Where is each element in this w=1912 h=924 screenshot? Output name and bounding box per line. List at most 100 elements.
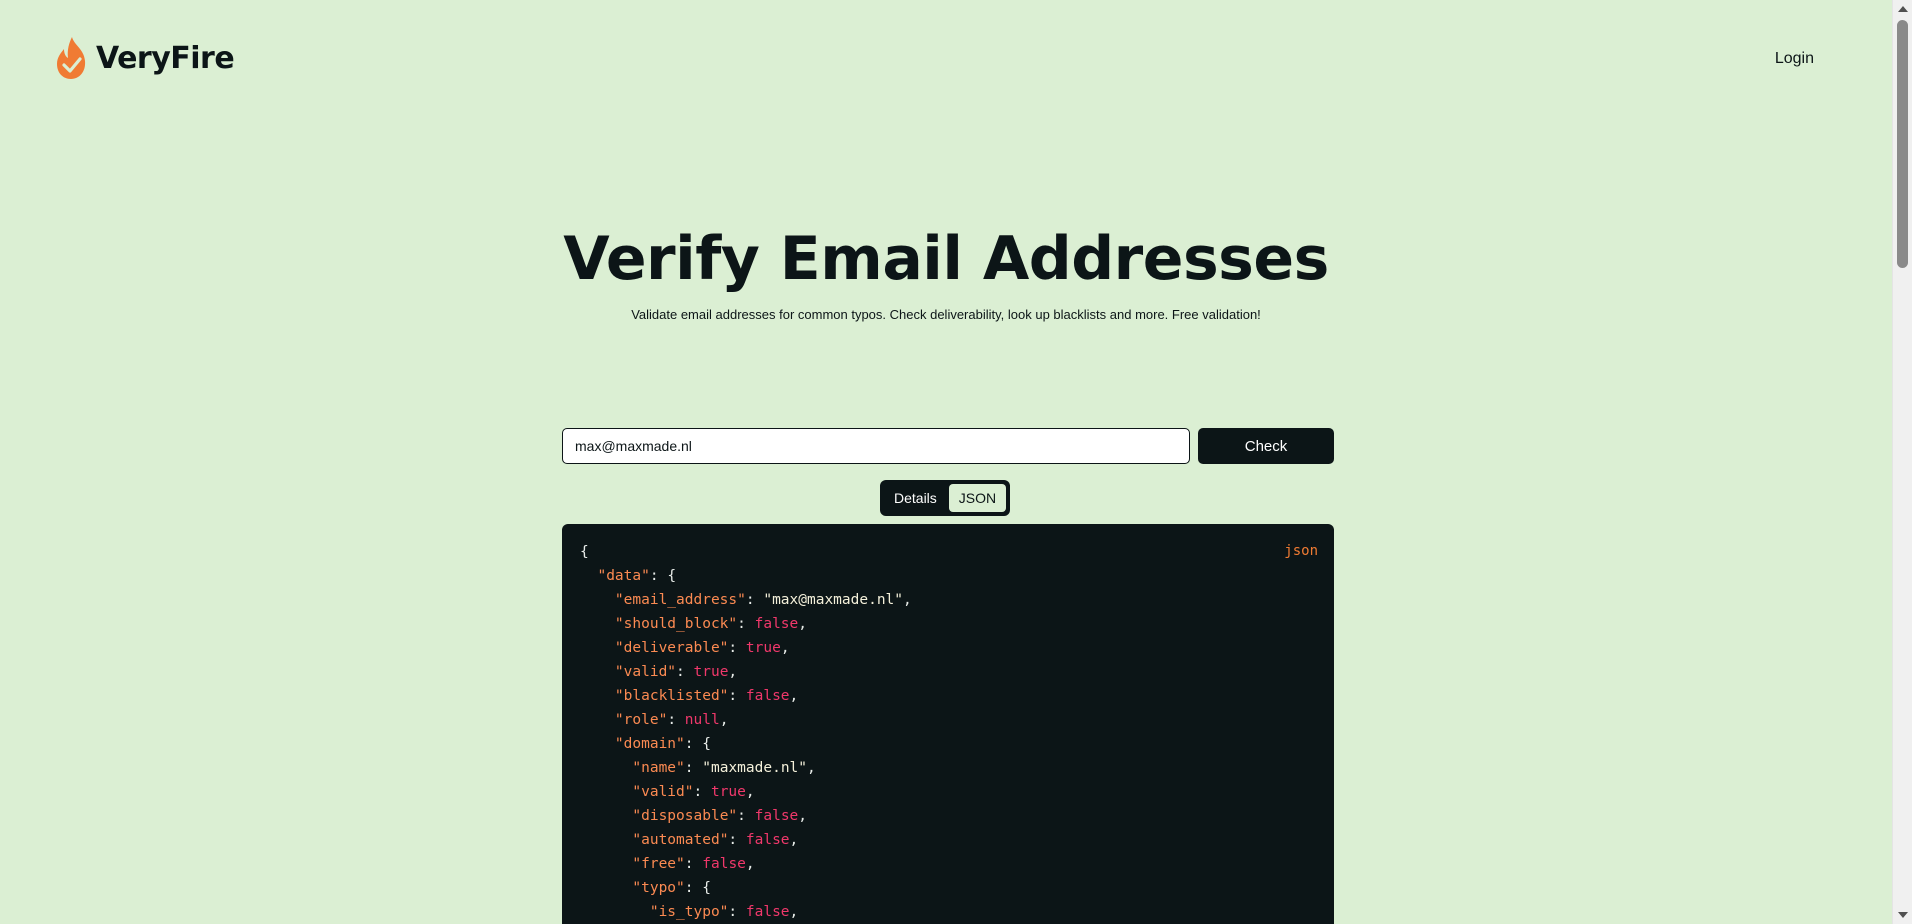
code-token-bool: false [745, 904, 790, 920]
code-token-punc: : [728, 904, 746, 920]
check-button[interactable]: Check [1198, 428, 1334, 464]
code-token-punc: : [728, 832, 746, 848]
code-token-punc [580, 832, 632, 848]
code-token-punc [580, 736, 615, 752]
code-line: "deliverable": true, [580, 636, 1316, 660]
code-token-bool: true [710, 784, 746, 800]
code-token-key: "automated" [632, 832, 729, 848]
code-token-str: "max@maxmade.nl" [763, 592, 904, 608]
code-token-key: "email_address" [614, 592, 746, 608]
code-token-punc [580, 664, 615, 680]
code-token-punc: : [676, 664, 694, 680]
code-token-punc: : [737, 808, 755, 824]
page-title: Verify Email Addresses [563, 224, 1329, 294]
code-token-key: "deliverable" [614, 640, 729, 656]
brand[interactable]: VeryFire [54, 35, 235, 81]
code-token-punc: , [728, 664, 738, 680]
code-line: "automated": false, [580, 828, 1316, 852]
code-token-punc: { [580, 544, 589, 560]
code-language-label: json [1284, 543, 1318, 559]
code-token-key: "role" [614, 712, 668, 728]
page-subtitle: Validate email addresses for common typo… [631, 307, 1261, 322]
code-line: "role": null, [580, 708, 1316, 732]
login-link[interactable]: Login [1775, 50, 1814, 68]
scroll-down-icon[interactable] [1898, 912, 1908, 918]
email-input[interactable] [562, 428, 1190, 464]
code-token-punc [580, 760, 632, 776]
code-token-punc [580, 808, 632, 824]
code-token-punc: : [693, 784, 711, 800]
code-token-key: "should_block" [614, 616, 738, 632]
code-token-punc: , [903, 592, 912, 608]
code-token-bool: false [745, 832, 790, 848]
code-line: "data": { [580, 564, 1316, 588]
code-token-punc: , [789, 904, 799, 920]
code-token-bool: false [745, 688, 790, 704]
page: VeryFire Login Verify Email Addresses Va… [0, 0, 1892, 924]
code-token-key: "is_typo" [649, 904, 729, 920]
details-tab[interactable]: Details [884, 484, 947, 512]
code-token-punc: , [798, 808, 808, 824]
code-token-punc [580, 904, 650, 920]
code-token-bool: true [693, 664, 729, 680]
code-token-key: "disposable" [632, 808, 738, 824]
code-token-punc: : [684, 856, 703, 872]
code-token-punc [580, 616, 615, 632]
code-line: { [580, 540, 1316, 564]
code-token-punc [580, 712, 615, 728]
vertical-scrollbar[interactable] [1892, 0, 1912, 924]
code-token-punc [580, 592, 615, 608]
code-token-punc [580, 568, 597, 584]
code-line: "disposable": false, [580, 804, 1316, 828]
code-line: "name": "maxmade.nl", [580, 756, 1316, 780]
code-token-key: "free" [632, 856, 685, 872]
code-token-punc [580, 880, 632, 896]
code-token-punc: : { [684, 880, 711, 896]
code-token-punc [580, 856, 632, 872]
code-line: "free": false, [580, 852, 1316, 876]
site-header: VeryFire Login [54, 28, 1814, 88]
code-token-punc: , [807, 760, 816, 776]
code-token-punc: , [719, 712, 729, 728]
scroll-up-icon[interactable] [1898, 6, 1908, 12]
code-token-punc: , [798, 616, 807, 632]
code-token-punc [580, 640, 615, 656]
code-token-str: "maxmade.nl" [702, 760, 808, 776]
json-code-block: json { "data": { "email_address": "max@m… [562, 524, 1334, 924]
code-token-punc: , [780, 640, 790, 656]
json-tab[interactable]: JSON [948, 484, 1007, 512]
code-token-key: "blacklisted" [614, 688, 729, 704]
scrollbar-thumb[interactable] [1897, 20, 1908, 268]
code-token-key: "name" [632, 760, 685, 776]
code-line: "valid": true, [580, 780, 1316, 804]
code-token-punc: : [728, 640, 746, 656]
code-token-key: "typo" [632, 880, 685, 896]
code-token-punc: : { [684, 736, 711, 752]
code-token-punc [580, 688, 615, 704]
code-line: "typo": { [580, 876, 1316, 900]
code-token-punc: : [728, 688, 746, 704]
code-line: "blacklisted": false, [580, 684, 1316, 708]
code-token-punc: : [745, 592, 764, 608]
code-token-null: null [684, 712, 720, 728]
code-token-key: "valid" [614, 664, 677, 680]
code-token-punc: , [745, 856, 755, 872]
code-token-punc [580, 784, 632, 800]
code-line: "valid": true, [580, 660, 1316, 684]
code-token-punc: : [737, 616, 755, 632]
code-token-bool: false [754, 616, 799, 632]
code-token-punc: : { [649, 568, 677, 584]
code-token-punc: , [789, 832, 799, 848]
code-token-bool: false [754, 808, 799, 824]
code-line: "should_block": false, [580, 612, 1316, 636]
code-line: "email_address": "max@maxmade.nl", [580, 588, 1316, 612]
code-token-key: "valid" [632, 784, 694, 800]
brand-name: VeryFire [96, 40, 235, 76]
code-token-punc: , [789, 688, 799, 704]
code-token-punc: : [684, 760, 703, 776]
email-check-form: Check [562, 428, 1334, 464]
json-code-lines: { "data": { "email_address": "max@maxmad… [580, 540, 1316, 924]
code-token-bool: true [745, 640, 781, 656]
code-token-key: "data" [597, 568, 650, 584]
code-line: "is_typo": false, [580, 900, 1316, 924]
